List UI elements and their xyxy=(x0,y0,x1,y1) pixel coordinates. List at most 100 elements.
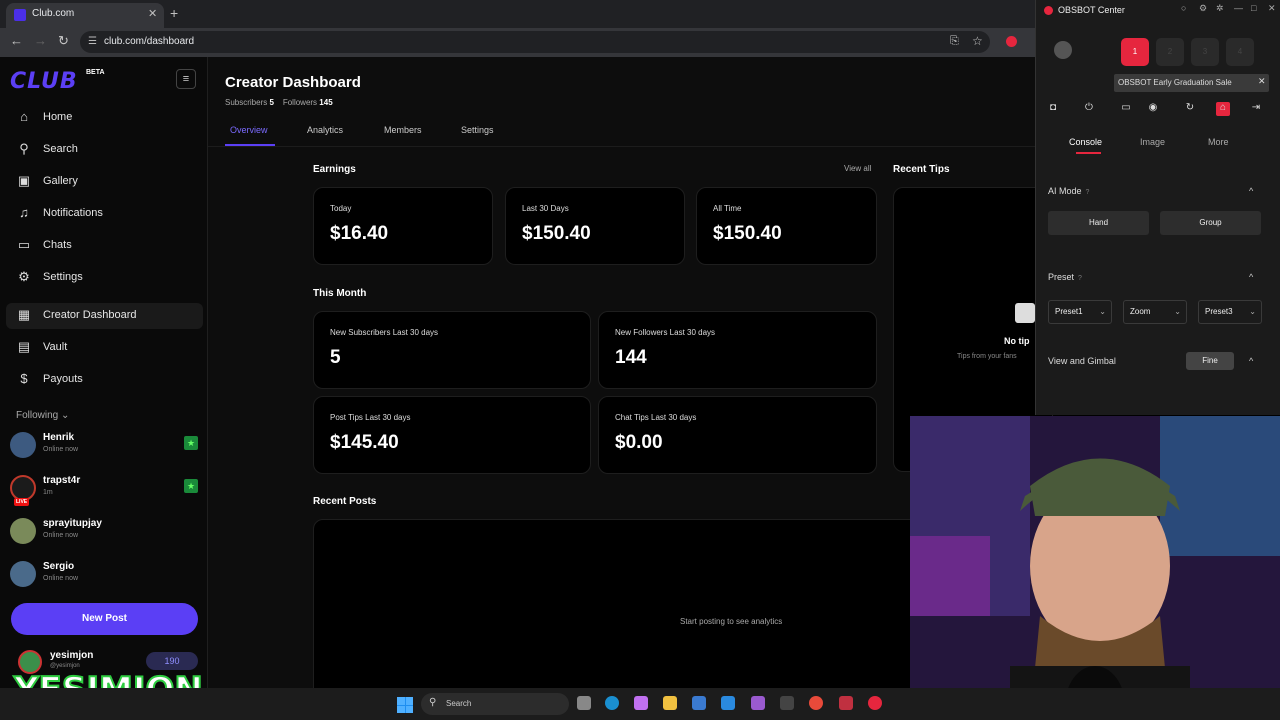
collapse-icon[interactable]: ^ xyxy=(1249,186,1253,196)
sidebar-item-vault[interactable]: ▤ Vault xyxy=(6,335,203,361)
tab-console[interactable]: Console xyxy=(1069,137,1102,147)
taskbar-search[interactable]: ⚲ Search xyxy=(421,693,569,715)
settings-icon[interactable]: ⚙ xyxy=(1199,3,1207,14)
tab-image[interactable]: Image xyxy=(1140,137,1165,147)
close-tab-icon[interactable]: ✕ xyxy=(148,7,157,20)
promo-banner[interactable]: OBSBOT Early Graduation Sale xyxy=(1114,74,1269,92)
privacy-icon[interactable]: ⌂ xyxy=(1216,102,1230,116)
device-slot-4[interactable]: 4 xyxy=(1226,38,1254,66)
site-info-icon[interactable]: ☰ xyxy=(88,36,97,47)
tips-subtext: Tips from your fans xyxy=(957,353,1017,360)
file-explorer-icon[interactable] xyxy=(663,696,677,710)
search-icon: ⚲ xyxy=(429,697,437,708)
following-item[interactable]: Sergio Online now xyxy=(8,557,203,595)
profile-name: yesimjon xyxy=(50,650,94,661)
sidebar-item-chats[interactable]: ▭ Chats xyxy=(6,233,203,259)
restore-icon[interactable]: □ xyxy=(1251,3,1256,13)
sidebar-item-label: Gallery xyxy=(43,175,78,187)
collapse-icon[interactable]: ^ xyxy=(1249,272,1253,282)
tab-members[interactable]: Members xyxy=(384,125,422,135)
avatar xyxy=(10,432,36,458)
obsbot-taskbar-icon[interactable] xyxy=(868,696,882,710)
following-item[interactable]: LIVE trapst4r 1m ★ xyxy=(8,471,203,509)
sidebar-item-home[interactable]: ⌂ Home xyxy=(6,105,203,131)
device-slot-2[interactable]: 2 xyxy=(1156,38,1184,66)
tab-settings[interactable]: Settings xyxy=(461,125,494,135)
sidebar-item-gallery[interactable]: ▣ Gallery xyxy=(6,169,203,195)
extension-icon[interactable] xyxy=(1006,36,1017,47)
star-icon[interactable]: ★ xyxy=(184,436,198,450)
user-avatar-icon[interactable] xyxy=(1054,41,1072,59)
new-tab-icon[interactable]: + xyxy=(170,5,178,21)
browser-tab[interactable]: Club.com ✕ xyxy=(6,3,164,28)
hand-button[interactable]: Hand xyxy=(1048,211,1149,235)
store-icon[interactable] xyxy=(692,696,706,710)
tab-more[interactable]: More xyxy=(1208,137,1229,147)
windows-start-icon[interactable] xyxy=(397,697,413,713)
menu-icon[interactable]: ≡ xyxy=(176,69,196,89)
sidebar-item-creator-dashboard[interactable]: ▦ Creator Dashboard xyxy=(6,303,203,329)
no-tips-text: No tip xyxy=(1004,336,1030,346)
club-logo[interactable]: CLUB xyxy=(10,69,78,94)
power-icon[interactable]: ⏻ xyxy=(1082,102,1096,116)
close-promo-icon[interactable]: ✕ xyxy=(1258,76,1266,87)
task-view-icon[interactable] xyxy=(577,696,591,710)
tab-overview[interactable]: Overview xyxy=(230,125,268,135)
edge-icon[interactable] xyxy=(605,696,619,710)
forward-icon[interactable]: → xyxy=(34,33,47,48)
close-icon[interactable]: ✕ xyxy=(1268,3,1276,14)
earnings-card-today: Today $16.40 xyxy=(313,187,493,265)
mail-icon[interactable] xyxy=(721,696,735,710)
divider xyxy=(208,146,1035,147)
device-slot-3[interactable]: 3 xyxy=(1191,38,1219,66)
chrome-icon[interactable] xyxy=(809,696,823,710)
friend-status: Online now xyxy=(43,575,79,582)
copilot-icon[interactable] xyxy=(634,696,648,710)
maps-icon[interactable] xyxy=(839,696,853,710)
reload-icon[interactable]: ↻ xyxy=(58,33,69,49)
pin-icon[interactable]: ✲ xyxy=(1216,3,1224,14)
group-button[interactable]: Group xyxy=(1160,211,1261,235)
subscribers-count: 5 xyxy=(269,98,274,107)
video-icon[interactable]: ▭ xyxy=(1119,102,1133,116)
sidebar-item-search[interactable]: ⚲ Search xyxy=(6,137,203,163)
help-icon[interactable]: ? xyxy=(1086,189,1090,196)
preset-label: Preset xyxy=(1048,272,1075,282)
sidebar-item-settings[interactable]: ⚙ Settings xyxy=(6,265,203,291)
stat-card-new-followers: New Followers Last 30 days 144 xyxy=(598,311,877,389)
sidebar-item-payouts[interactable]: $ Payouts xyxy=(6,367,203,393)
app-icon[interactable] xyxy=(780,696,794,710)
refresh-icon[interactable]: ↻ xyxy=(1183,102,1197,116)
teams-icon[interactable] xyxy=(751,696,765,710)
earnings-heading: Earnings xyxy=(313,164,356,175)
search-icon: ⚲ xyxy=(19,141,29,156)
star-icon[interactable]: ★ xyxy=(184,479,198,493)
card-label: New Subscribers Last 30 days xyxy=(330,328,439,337)
new-post-button[interactable]: New Post xyxy=(11,603,198,635)
sidebar-item-label: Home xyxy=(43,111,73,123)
following-item[interactable]: sprayitupjay Online now xyxy=(8,514,203,552)
coin-balance[interactable]: 190 xyxy=(146,652,198,670)
preset3-select[interactable]: Preset3 ⌄ xyxy=(1198,300,1262,324)
url-input[interactable]: ☰ club.com/dashboard ⎘ ☆ xyxy=(80,31,990,53)
tracking-icon[interactable]: ◉ xyxy=(1146,102,1160,116)
preset1-select[interactable]: Preset1 ⌄ xyxy=(1048,300,1112,324)
following-item[interactable]: Henrik Online now ★ xyxy=(8,428,203,466)
bell-icon: ♫ xyxy=(19,205,29,220)
zoom-select[interactable]: Zoom ⌄ xyxy=(1123,300,1187,324)
export-icon[interactable]: ⇥ xyxy=(1249,102,1263,116)
install-icon[interactable]: ⎘ xyxy=(950,35,959,48)
view-all-link[interactable]: View all xyxy=(844,164,871,173)
collapse-icon[interactable]: ^ xyxy=(1249,356,1253,366)
sidebar-item-notifications[interactable]: ♫ Notifications xyxy=(6,201,203,227)
fine-button[interactable]: Fine xyxy=(1186,352,1234,370)
bookmark-star-icon[interactable]: ☆ xyxy=(972,34,983,48)
help-icon[interactable]: ? xyxy=(1078,275,1082,282)
following-toggle[interactable]: Following ⌄ xyxy=(16,410,69,421)
camera-icon[interactable]: ◘ xyxy=(1046,102,1060,116)
back-icon[interactable]: ← xyxy=(10,33,23,48)
record-icon[interactable]: ○ xyxy=(1181,3,1186,13)
tab-analytics[interactable]: Analytics xyxy=(307,125,343,135)
minimize-icon[interactable]: — xyxy=(1234,3,1243,13)
device-slot-1[interactable]: 1 xyxy=(1121,38,1149,66)
